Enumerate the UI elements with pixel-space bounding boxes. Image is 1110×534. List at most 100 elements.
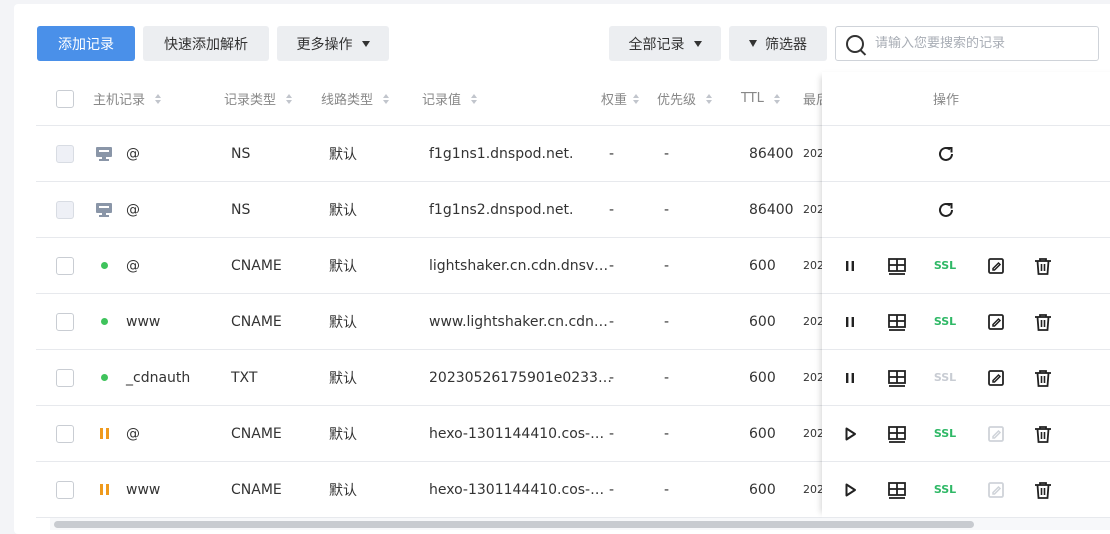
play-icon[interactable] [840, 480, 860, 500]
toggle-cell [830, 294, 870, 349]
records-table: 主机记录 记录类型 线路类型 记录值 权重 优先级 TTL 最后 @ NS 默认 f1… [36, 72, 1110, 518]
line-cell: 默认 [329, 202, 357, 219]
edit-cell [976, 294, 1016, 349]
status-cell [94, 126, 114, 181]
pause-icon[interactable] [840, 256, 860, 276]
checkbox-cell [56, 238, 74, 293]
toggle-cell [830, 350, 870, 405]
search-icon[interactable] [846, 34, 864, 53]
ttl-cell: 600 [749, 481, 776, 498]
ttl-cell: 600 [749, 425, 776, 442]
sort-icon [286, 93, 293, 104]
ssl-button[interactable]: SSL [934, 315, 956, 328]
load-balance-icon[interactable] [887, 312, 907, 332]
refresh-icon[interactable] [936, 200, 956, 220]
value-cell: hexo-1301144410.cos-… [429, 481, 605, 498]
column-type[interactable]: 记录类型 [224, 72, 293, 125]
actions-row: SSL [822, 294, 1110, 350]
ssl-cell: SSL [925, 238, 965, 293]
updated-cell: 202 [803, 371, 824, 384]
status-cell [101, 350, 108, 405]
actions-row: SSL [822, 238, 1110, 294]
priority-cell: - [664, 145, 670, 162]
value-cell: f1g1ns2.dnspod.net. [429, 201, 574, 218]
play-icon[interactable] [840, 424, 860, 444]
edit-icon[interactable] [986, 312, 1006, 332]
toggle-cell [830, 462, 870, 517]
column-host[interactable]: 主机记录 [93, 72, 162, 125]
load-balance-cell [877, 238, 917, 293]
ssl-button[interactable]: SSL [934, 259, 956, 272]
status-cell [100, 406, 109, 461]
sort-icon [155, 93, 162, 104]
status-cell [101, 294, 108, 349]
select-all-checkbox[interactable] [56, 89, 74, 108]
actions-header: 操作 [822, 72, 1110, 126]
column-value[interactable]: 记录值 [422, 72, 478, 125]
ssl-button: SSL [933, 371, 957, 384]
sort-icon [633, 93, 640, 104]
actions-row [822, 126, 1110, 182]
checkbox-cell [56, 350, 74, 405]
edit-cell [976, 350, 1016, 405]
pause-icon[interactable] [840, 312, 860, 332]
trash-icon[interactable] [1033, 424, 1053, 444]
host-cell: www [126, 313, 161, 330]
trash-icon[interactable] [1033, 368, 1053, 388]
weight-cell: - [609, 369, 615, 386]
edit-icon[interactable] [986, 256, 1006, 276]
sort-icon [471, 93, 478, 104]
load-balance-icon[interactable] [887, 256, 907, 276]
server-icon [96, 202, 112, 217]
edit-icon [988, 481, 1004, 498]
checkbox-cell [56, 126, 74, 181]
filter-button[interactable]: 筛选器 [729, 26, 827, 61]
horizontal-scrollbar[interactable] [54, 521, 974, 528]
column-weight[interactable]: 权重 [601, 72, 640, 125]
more-actions-dropdown[interactable]: 更多操作 [277, 26, 389, 61]
column-line[interactable]: 线路类型 [321, 72, 390, 125]
column-ttl-label: TTL [741, 91, 764, 106]
pause-icon[interactable] [840, 368, 860, 388]
search-input[interactable] [875, 36, 1095, 51]
column-priority[interactable]: 优先级 [657, 72, 713, 125]
updated-cell: 202 [803, 259, 824, 272]
row-checkbox[interactable] [56, 480, 74, 499]
edit-cell [976, 238, 1016, 293]
checkbox-cell [56, 294, 74, 349]
status-cell [101, 238, 108, 293]
edit-icon[interactable] [986, 368, 1006, 388]
trash-icon[interactable] [1033, 312, 1053, 332]
column-ttl[interactable]: TTL [741, 72, 780, 125]
ttl-cell: 600 [749, 369, 776, 386]
ssl-button[interactable]: SSL [934, 483, 956, 496]
host-cell: @ [126, 257, 140, 274]
value-cell: lightshaker.cn.cdn.dnsv… [429, 257, 609, 274]
updated-cell: 202 [803, 315, 824, 328]
filter-icon [749, 40, 757, 47]
ssl-button[interactable]: SSL [934, 427, 956, 440]
load-balance-icon[interactable] [887, 368, 907, 388]
add-record-button[interactable]: 添加记录 [37, 26, 135, 61]
row-checkbox[interactable] [56, 312, 74, 331]
row-checkbox[interactable] [56, 368, 74, 387]
trash-icon[interactable] [1033, 256, 1053, 276]
actions-column: 操作 SSL SSL SSL SSL SSL [822, 72, 1110, 518]
value-cell: f1g1ns1.dnspod.net. [429, 145, 574, 162]
updated-cell: 202 [803, 483, 824, 496]
status-cell [100, 462, 109, 517]
sort-icon [773, 93, 780, 104]
load-balance-icon[interactable] [887, 480, 907, 500]
load-balance-icon[interactable] [887, 424, 907, 444]
type-cell: NS [231, 201, 251, 218]
type-cell: NS [231, 145, 251, 162]
priority-cell: - [664, 201, 670, 218]
quick-add-button[interactable]: 快速添加解析 [143, 26, 269, 61]
row-checkbox[interactable] [56, 256, 74, 275]
row-checkbox[interactable] [56, 424, 74, 443]
refresh-icon[interactable] [936, 144, 956, 164]
all-records-dropdown[interactable]: 全部记录 [609, 26, 721, 61]
weight-cell: - [609, 145, 615, 162]
sort-icon [383, 93, 390, 104]
trash-icon[interactable] [1033, 480, 1053, 500]
